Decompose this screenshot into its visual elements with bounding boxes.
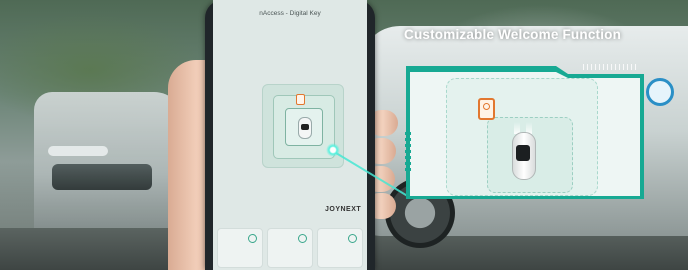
toggle-icon [298, 234, 307, 243]
panel-ticks [583, 64, 639, 70]
welcome-zone-inner [285, 108, 323, 146]
control-tile[interactable] [267, 228, 313, 268]
control-tile[interactable] [217, 228, 263, 268]
control-tile[interactable] [317, 228, 363, 268]
car-roof-glass [516, 145, 530, 161]
toggle-icon [248, 234, 257, 243]
brand-name: JOYNEXT [325, 206, 362, 213]
control-row [217, 228, 363, 268]
smartphone: nAccess - Digital Key JOYNEXT [205, 0, 375, 270]
parked-car-left [34, 92, 184, 242]
glow-pointer-icon [326, 143, 340, 157]
key-icon [478, 98, 495, 120]
car-icon [512, 122, 536, 180]
panel-stripes [405, 132, 411, 172]
key-icon [296, 94, 305, 105]
headline-title: Customizable Welcome Function [404, 27, 622, 42]
car-logo-icon [646, 78, 674, 106]
phone-screen: nAccess - Digital Key JOYNEXT [213, 0, 367, 270]
car-icon [298, 117, 312, 139]
brand-logo: JOYNEXT [325, 206, 361, 213]
app-title: nAccess - Digital Key [259, 10, 321, 17]
headlamp [48, 146, 108, 156]
car-grille [52, 164, 152, 190]
toggle-icon [348, 234, 357, 243]
